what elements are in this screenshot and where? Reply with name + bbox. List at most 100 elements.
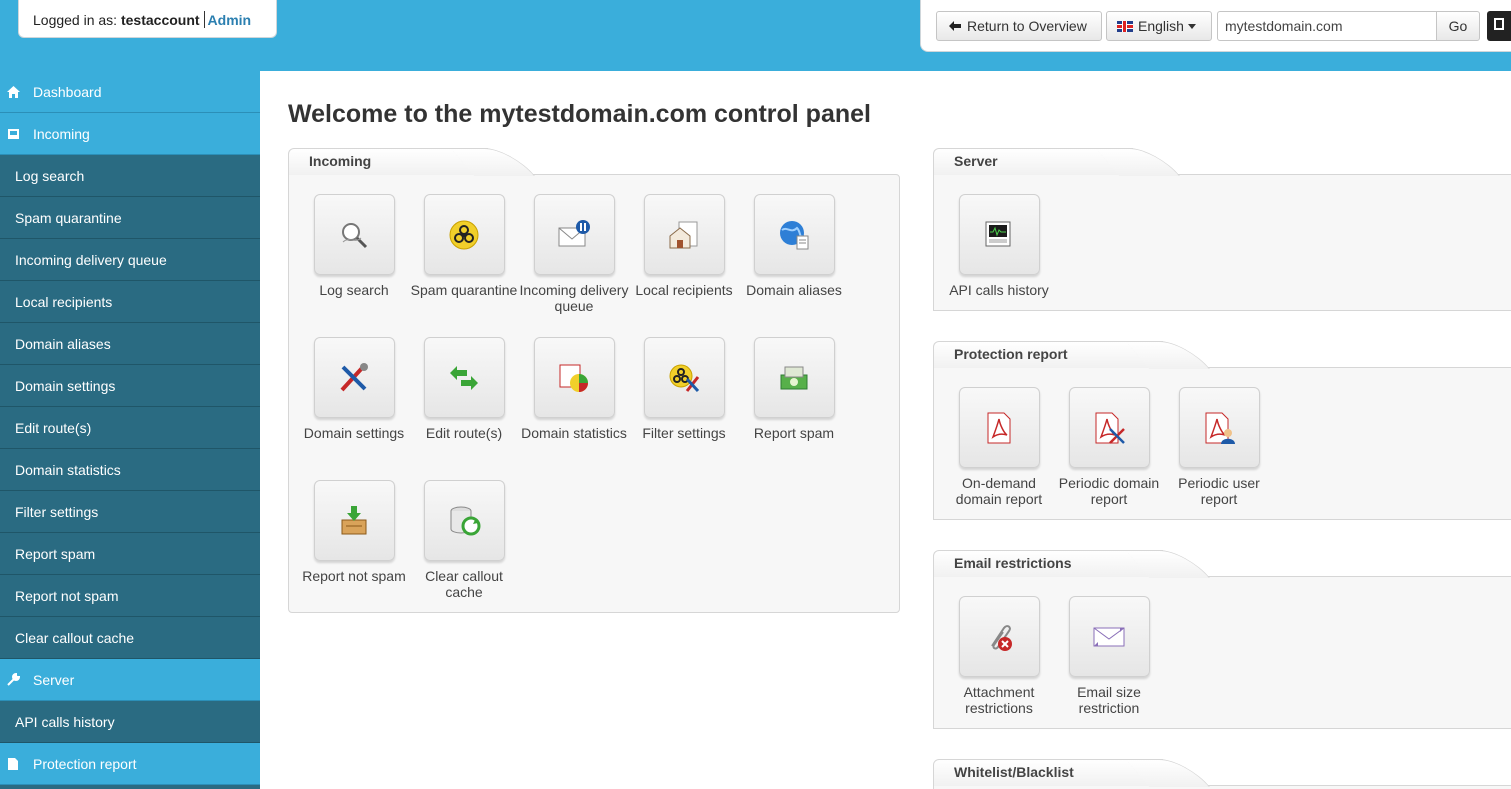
tile-periodic-domain-report[interactable]: Periodic domain report (1054, 387, 1164, 507)
arrow-left-icon (949, 21, 961, 31)
sidebar-item-server[interactable]: Server (0, 659, 260, 701)
tile-domain-settings[interactable]: Domain settings (299, 337, 409, 441)
sidebar-item-incoming[interactable]: Incoming (0, 113, 260, 155)
domain-input[interactable] (1217, 11, 1437, 41)
email-restrictions-panel-title: Email restrictions (933, 550, 1163, 577)
tile-label: Domain aliases (746, 282, 842, 298)
login-info: Logged in as: testaccount Admin (18, 0, 277, 38)
tile-incoming-delivery-queue[interactable]: Incoming delivery queue (519, 194, 629, 314)
tile-api-calls-history-box[interactable] (958, 194, 1040, 275)
magnifier-icon (342, 222, 368, 248)
tile-attachment-restrictions-box[interactable] (958, 596, 1040, 677)
return-to-overview-button[interactable]: Return to Overview (936, 11, 1102, 41)
tile-filter-settings[interactable]: Filter settings (629, 337, 739, 441)
tile-filter-settings-box[interactable] (643, 337, 725, 418)
tile-periodic-user-report-box[interactable] (1178, 387, 1260, 468)
arrows-icon (450, 365, 478, 390)
sidebar-item-report-spam[interactable]: Report spam (0, 533, 260, 575)
tile-clear-callout-cache-box[interactable] (423, 480, 505, 561)
tile-api-calls-history[interactable]: API calls history (944, 194, 1054, 298)
envelope-icon (1093, 627, 1125, 646)
pdf-tools-icon (1095, 412, 1125, 444)
tile-label: Attachment restrictions (963, 684, 1035, 716)
role-link[interactable]: Admin (208, 12, 252, 28)
divider (203, 11, 205, 28)
tile-on-demand-domain-report-box[interactable] (958, 387, 1040, 468)
biohazard-tools-icon (669, 364, 700, 392)
sidebar-item-label: Filter settings (15, 503, 99, 520)
sidebar-item-label: Domain aliases (15, 335, 111, 352)
sidebar-item-label: Report spam (15, 545, 96, 562)
home-icon (6, 85, 20, 99)
tile-spam-quarantine-box[interactable] (423, 194, 505, 275)
sidebar-item-local-recipients[interactable]: Local recipients (0, 281, 260, 323)
biohazard-icon (449, 220, 479, 249)
sidebar-item-filter-settings[interactable]: Filter settings (0, 491, 260, 533)
logged-in-label: Logged in as: (33, 12, 118, 28)
tile-report-spam[interactable]: Report spam (739, 337, 849, 441)
sidebar-item-clear-callout-cache[interactable]: Clear callout cache (0, 617, 260, 659)
tile-on-demand-domain-report[interactable]: On-demand domain report (944, 387, 1054, 507)
tile-local-recipients-box[interactable] (643, 194, 725, 275)
paperclip-x-icon (991, 624, 1012, 651)
sidebar-item-dashboard[interactable]: Dashboard (0, 71, 260, 113)
sidebar-item-log-search[interactable]: Log search (0, 155, 260, 197)
return-label: Return to Overview (967, 18, 1087, 34)
tile-domain-settings-box[interactable] (313, 337, 395, 418)
globe-icon (780, 220, 809, 249)
tile-incoming-delivery-queue-box[interactable] (533, 194, 615, 275)
tile-label: Email size restriction (1077, 684, 1141, 716)
sidebar-item-domain-aliases[interactable]: Domain aliases (0, 323, 260, 365)
sidebar-item-label: Domain statistics (15, 461, 121, 478)
monitor-icon (985, 221, 1011, 246)
go-button[interactable]: Go (1436, 11, 1480, 41)
tile-report-not-spam-box[interactable] (313, 480, 395, 561)
tile-email-size-restriction[interactable]: Email size restriction (1054, 596, 1164, 716)
sidebar-item-spam-quarantine[interactable]: Spam quarantine (0, 197, 260, 239)
sidebar-item-edit-routes[interactable]: Edit route(s) (0, 407, 260, 449)
tile-email-size-restriction-box[interactable] (1068, 596, 1150, 677)
tile-domain-aliases[interactable]: Domain aliases (739, 194, 849, 298)
tile-label: Report not spam (302, 568, 406, 584)
file-icon (6, 757, 20, 771)
sidebar-item-label: Dashboard (33, 83, 102, 100)
top-tools: Return to Overview English Go (920, 0, 1511, 52)
server-panel: Server API calls history (933, 148, 1511, 311)
tile-label: Clear callout cache (425, 568, 503, 600)
tile-periodic-domain-report-box[interactable] (1068, 387, 1150, 468)
page-title: Welcome to the mytestdomain.com control … (288, 100, 871, 128)
tile-label: Local recipients (635, 282, 733, 298)
tile-clear-callout-cache[interactable]: Clear callout cache (409, 480, 519, 600)
sidebar-item-api-calls-history[interactable]: API calls history (0, 701, 260, 743)
sidebar-item-report-not-spam[interactable]: Report not spam (0, 575, 260, 617)
sidebar-item-label: Domain settings (15, 377, 116, 394)
tile-attachment-restrictions[interactable]: Attachment restrictions (944, 596, 1054, 716)
tile-domain-statistics-box[interactable] (533, 337, 615, 418)
sidebar-item-domain-statistics[interactable]: Domain statistics (0, 449, 260, 491)
language-dropdown[interactable]: English (1106, 11, 1212, 41)
sidebar-item-domain-settings[interactable]: Domain settings (0, 365, 260, 407)
tile-report-not-spam[interactable]: Report not spam (299, 480, 409, 584)
tile-edit-routes[interactable]: Edit route(s) (409, 337, 519, 441)
tile-log-search[interactable]: Log search (299, 194, 409, 298)
whitelist-blacklist-panel: Whitelist/Blacklist (933, 759, 1511, 789)
sidebar-item-incoming-delivery-queue[interactable]: Incoming delivery queue (0, 239, 260, 281)
tile-spam-quarantine[interactable]: Spam quarantine (409, 194, 519, 298)
tile-edit-routes-box[interactable] (423, 337, 505, 418)
tile-report-spam-box[interactable] (753, 337, 835, 418)
tile-label: Report spam (753, 425, 835, 441)
tile-local-recipients[interactable]: Local recipients (629, 194, 739, 298)
incoming-panel-title: Incoming (288, 148, 488, 175)
box-arrow-icon (341, 505, 367, 534)
money-box-icon (780, 366, 808, 389)
logout-button[interactable] (1487, 11, 1511, 41)
tile-domain-statistics[interactable]: Domain statistics (519, 337, 629, 441)
tile-log-search-box[interactable] (313, 194, 395, 275)
tile-periodic-user-report[interactable]: Periodic user report (1164, 387, 1274, 507)
tile-domain-aliases-box[interactable] (753, 194, 835, 275)
sidebar-item-protection-report[interactable]: Protection report (0, 743, 260, 785)
tile-label: Edit route(s) (425, 425, 503, 441)
pdf-icon (987, 412, 1011, 443)
sidebar: Dashboard Incoming Log search Spam quara… (0, 71, 260, 789)
sidebar-item-label: Report not spam (15, 587, 119, 604)
